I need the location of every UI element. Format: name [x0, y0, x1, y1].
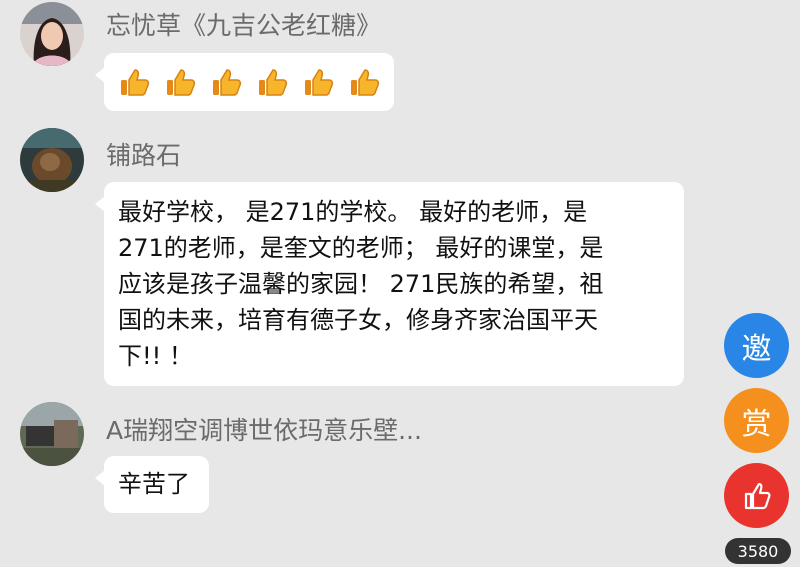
invite-label: 邀 [741, 331, 772, 367]
sender-name: 忘忧草《九吉公老红糖》 [106, 11, 382, 40]
thumbs-up-icon [256, 65, 290, 99]
thumbs-up-outline-icon [744, 482, 770, 509]
like-count: 3580 [725, 538, 791, 564]
like-button[interactable] [724, 463, 789, 528]
avatar[interactable] [20, 402, 84, 466]
invite-button[interactable]: 邀 [724, 313, 789, 378]
thumbs-up-icon [210, 65, 244, 99]
sender-name: 铺路石 [106, 141, 182, 170]
avatar[interactable] [20, 128, 84, 192]
thumbs-up-icon [118, 65, 152, 99]
thumbs-up-icon [164, 65, 198, 99]
message-line: 国的未来，培育有德子女，修身齐家治国平天 [118, 306, 598, 334]
emoji-row [104, 53, 394, 111]
message-bubble[interactable] [95, 53, 394, 111]
message-line: 辛苦了 [118, 470, 190, 498]
avatar[interactable] [20, 2, 84, 66]
reward-button[interactable]: 赏 [724, 388, 789, 453]
message-line: 271的老师，是奎文的老师； 最好的课堂，是 [118, 234, 604, 262]
thumbs-up-icon [348, 65, 382, 99]
reward-label: 赏 [741, 406, 772, 442]
message-line: 应该是孩子温馨的家园！ 271民族的希望，祖 [118, 270, 604, 298]
message-line: 最好学校， 是271的学校。 最好的老师，是 [118, 198, 588, 226]
message-bubble[interactable]: 辛苦了 [95, 456, 209, 513]
message-bubble[interactable]: 最好学校， 是271的学校。 最好的老师，是 271的老师，是奎文的老师； 最好… [95, 182, 684, 386]
sender-name: A瑞翔空调博世依玛意乐壁... [106, 416, 422, 445]
thumbs-up-icon [302, 65, 336, 99]
message-line: 下!! ！ [118, 342, 193, 370]
